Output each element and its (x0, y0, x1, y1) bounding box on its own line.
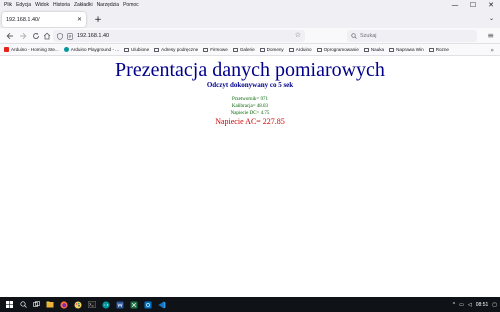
task-view-icon[interactable] (32, 300, 41, 309)
folder-icon (363, 47, 369, 52)
arduino-ide-icon[interactable] (101, 300, 110, 309)
search-taskbar-icon[interactable] (19, 300, 28, 309)
search-icon (351, 33, 357, 39)
menu-narzedzia[interactable]: Narzędzia (97, 2, 120, 8)
close-window-button[interactable]: ✕ (482, 0, 500, 10)
close-tab-icon[interactable]: ✕ (77, 16, 82, 23)
menu-zakladki[interactable]: Zakładki (74, 2, 93, 8)
bookmark-label: Galerie (239, 47, 255, 52)
back-arrow-icon[interactable] (4, 30, 15, 41)
bookmarks-overflow-chevron-icon[interactable]: » (490, 47, 494, 54)
bookmark-label: Ulubione (131, 47, 150, 52)
clock-time[interactable]: 08:51 (476, 302, 489, 308)
reload-icon[interactable] (30, 30, 41, 41)
search-input[interactable] (360, 33, 460, 39)
menu-widok[interactable]: Widok (35, 2, 49, 8)
paint-icon[interactable] (73, 300, 82, 309)
bookmark-folder[interactable]: Oprogramowanie (316, 47, 359, 52)
bookmark-item[interactable]: Arduino - Homing Ste... (4, 47, 59, 52)
volume-icon[interactable]: ◁ (468, 302, 472, 308)
tab-list-chevron-icon[interactable]: ⌄ (489, 15, 494, 22)
youtube-icon (4, 47, 9, 52)
bookmark-folder[interactable]: Rozne (428, 47, 449, 52)
menu-pomoc[interactable]: Pomoc (123, 2, 139, 8)
folder-icon (203, 47, 209, 52)
excel-icon[interactable] (129, 300, 138, 309)
bookmark-label: Arduino Playground - ... (70, 47, 120, 52)
page-info-icon[interactable] (67, 32, 73, 40)
minimize-button[interactable]: — (446, 0, 464, 10)
przetwornik-value: Przetwornik= 971 (231, 97, 268, 102)
bookmark-label: Arduino - Homing Ste... (11, 47, 59, 52)
tab-active[interactable]: 192.168.1.40/ ✕ (2, 12, 86, 27)
bookmark-folder[interactable]: Firmowe (203, 47, 228, 52)
folder-icon (232, 47, 238, 52)
outlook-icon[interactable] (143, 300, 152, 309)
folder-icon (259, 47, 265, 52)
network-icon[interactable]: ▭ (459, 302, 464, 308)
menu-edycja[interactable]: Edycja (16, 2, 31, 8)
bookmark-folder[interactable]: Galerie (232, 47, 255, 52)
hamburger-menu-icon[interactable]: ≡ (487, 31, 494, 40)
bookmark-label: Domeny (266, 47, 284, 52)
bookmark-label: Arduino (295, 47, 312, 52)
folder-icon (316, 47, 322, 52)
file-explorer-icon[interactable] (45, 300, 54, 309)
notification-icon[interactable]: ▢ (492, 302, 497, 308)
folder-icon (154, 47, 160, 52)
tab-title: 192.168.1.40/ (6, 16, 40, 23)
tray-chevron-up-icon[interactable]: ^ (453, 302, 455, 308)
folder-icon (124, 47, 130, 52)
system-tray: ^ ▭ ◁ 08:51 ▢ (453, 297, 497, 312)
search-bar[interactable] (347, 30, 477, 42)
page-title: Prezentacja danych pomiarowych (115, 59, 385, 81)
navigation-bar: 192.168.1.40 ☆ ≡ (0, 28, 500, 44)
window-controls: — ☐ ✕ (446, 0, 500, 10)
windows-start-icon[interactable] (5, 300, 14, 309)
arduino-icon (63, 47, 69, 52)
word-icon[interactable] (115, 300, 124, 309)
cmd-terminal-icon[interactable] (87, 300, 96, 309)
bookmark-folder[interactable]: Adresy podręczne (154, 47, 198, 52)
folder-icon (288, 47, 294, 52)
url-text: 192.168.1.40 (77, 33, 110, 39)
bookmark-label: Firmowe (210, 47, 228, 52)
bookmark-star-icon[interactable]: ☆ (295, 31, 301, 39)
vscode-icon[interactable] (157, 300, 166, 309)
bookmark-folder[interactable]: Ulubione (124, 47, 149, 52)
taskbar: ^ ▭ ◁ 08:51 ▢ (0, 297, 500, 312)
tab-strip: 192.168.1.40/ ✕ + ⌄ (0, 10, 500, 28)
menu-plik[interactable]: Plik (4, 2, 12, 8)
napiecie-ac-value: Napiecie AC= 227.85 (215, 117, 285, 126)
new-tab-button[interactable]: + (92, 14, 104, 26)
bookmark-folder[interactable]: Naprawa Win (389, 47, 424, 52)
shield-icon[interactable] (57, 32, 63, 40)
folder-icon (389, 47, 395, 52)
forward-arrow-icon[interactable] (17, 30, 28, 41)
bookmark-label: Rozne (435, 47, 449, 52)
bookmark-label: Nauka (370, 47, 385, 52)
bookmark-label: Naprawa Win (396, 47, 424, 52)
kalibracja-value: Kalibracja= 48.03 (231, 104, 269, 109)
page-subtitle: Odczyt dokonywany co 5 sek (206, 81, 294, 89)
bookmark-folder[interactable]: Domeny (259, 47, 284, 52)
bookmark-item[interactable]: Arduino Playground - ... (63, 47, 120, 52)
menu-bar: Plik Edycja Widok Historia Zakładki Narz… (0, 0, 500, 10)
maximize-button[interactable]: ☐ (464, 0, 482, 10)
url-bar[interactable]: 192.168.1.40 ☆ (53, 30, 305, 42)
page-content: Prezentacja danych pomiarowych Odczyt do… (0, 57, 500, 297)
firefox-icon[interactable] (59, 300, 68, 309)
bookmark-folder[interactable]: Nauka (363, 47, 385, 52)
bookmark-label: Adresy podręczne (161, 47, 199, 52)
bookmark-folder[interactable]: Arduino (288, 47, 312, 52)
home-icon[interactable] (41, 30, 52, 41)
menu-historia[interactable]: Historia (53, 2, 70, 8)
folder-icon (428, 47, 434, 52)
bookmarks-toolbar: Arduino - Homing Ste... Arduino Playgrou… (0, 44, 500, 56)
bookmark-label: Oprogramowanie (323, 47, 359, 52)
napiecie-dc-value: Napiecie DC= 4.75 (230, 111, 270, 116)
